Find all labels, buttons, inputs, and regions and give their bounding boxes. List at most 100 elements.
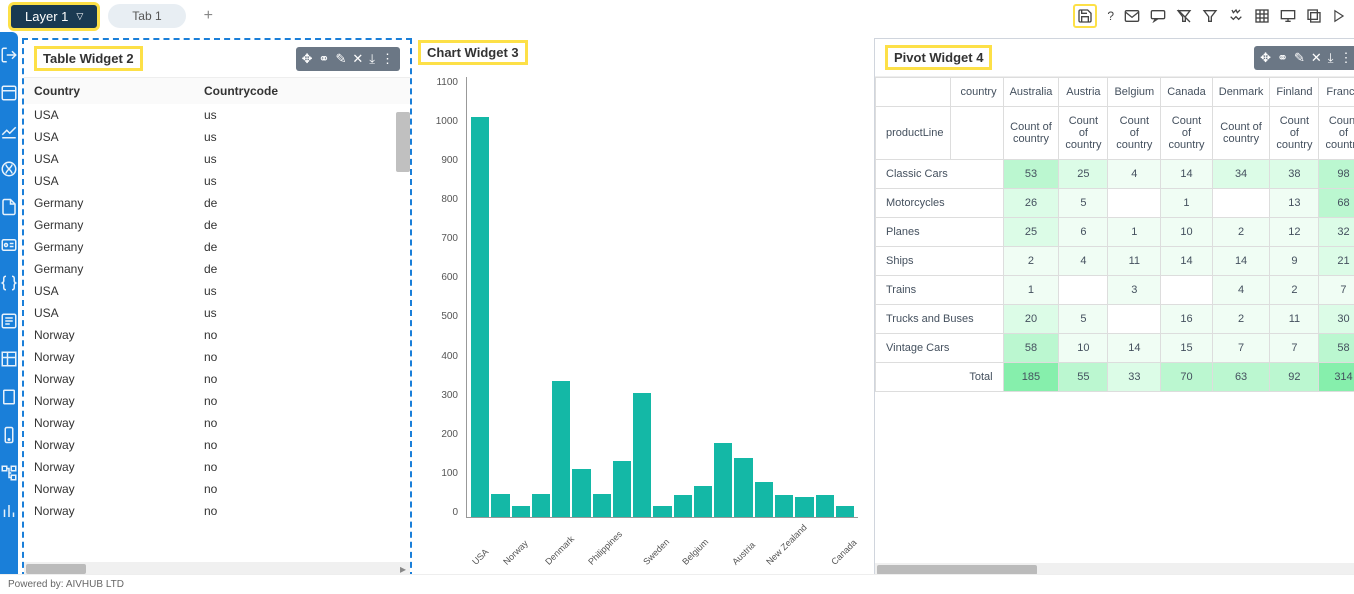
chart-icon[interactable] [0, 122, 18, 140]
mobile-icon[interactable] [0, 426, 18, 444]
download-icon[interactable]: ⤓ [1328, 50, 1334, 66]
chart-bar[interactable] [471, 117, 489, 517]
table-row[interactable]: Germanyde [24, 192, 410, 214]
settings-icon[interactable] [1228, 8, 1244, 24]
form-icon[interactable] [0, 312, 18, 330]
tools-icon[interactable]: ✕ [1311, 50, 1322, 66]
grid-icon[interactable] [1254, 8, 1270, 24]
bar-chart-icon[interactable] [0, 502, 18, 520]
more-icon[interactable]: ⋮ [1340, 50, 1353, 66]
cell-code: no [204, 394, 217, 408]
table-row[interactable]: Norwayno [24, 456, 410, 478]
cell-code: us [204, 108, 217, 122]
table-row[interactable]: Norwayno [24, 412, 410, 434]
table-row[interactable]: Germanyde [24, 258, 410, 280]
vertical-scrollbar[interactable] [396, 112, 410, 172]
chart-bar[interactable] [593, 494, 611, 517]
cell-code: no [204, 372, 217, 386]
exit-icon[interactable] [0, 46, 18, 64]
chart-bar[interactable] [491, 494, 509, 517]
chart-area: 010020030040050060070080090010001100 USA… [418, 67, 868, 578]
x-tick-label: Denmark [539, 534, 576, 571]
chart-bar[interactable] [734, 458, 752, 517]
cell-country: Germany [34, 262, 204, 276]
edit-icon[interactable]: ✎ [1294, 50, 1305, 66]
chart-bar[interactable] [613, 461, 631, 517]
help-icon[interactable]: ? [1107, 9, 1114, 23]
cell-country: Norway [34, 460, 204, 474]
cell-country: Germany [34, 196, 204, 210]
edit-icon[interactable]: ✎ [335, 51, 346, 67]
table-row[interactable]: Norwayno [24, 390, 410, 412]
table-col-countrycode[interactable]: Countrycode [204, 84, 278, 98]
table-row[interactable]: Germanyde [24, 214, 410, 236]
table-row[interactable]: USAus [24, 126, 410, 148]
tree-icon[interactable] [0, 464, 18, 482]
table-row[interactable]: Norwayno [24, 478, 410, 500]
cell-code: no [204, 416, 217, 430]
map-icon[interactable] [0, 160, 18, 178]
chart-bar[interactable] [714, 443, 732, 517]
report-icon[interactable] [0, 84, 18, 102]
chart-bar[interactable] [633, 393, 651, 517]
table-row[interactable]: Germanyde [24, 236, 410, 258]
download-icon[interactable]: ⤓ [369, 51, 375, 67]
table-row[interactable]: USAus [24, 280, 410, 302]
mail-icon[interactable] [1124, 9, 1140, 23]
chart-bar[interactable] [532, 494, 550, 517]
chart-bar[interactable] [674, 495, 692, 517]
pivot-widget[interactable]: Pivot Widget 4 ✥ ⚭ ✎ ✕ ⤓ ⋮ countryAustra… [874, 38, 1354, 578]
card-icon[interactable] [0, 236, 18, 254]
link-icon[interactable]: ⚭ [1277, 50, 1288, 66]
play-icon[interactable] [1332, 9, 1346, 23]
more-icon[interactable]: ⋮ [381, 51, 394, 67]
chart-bar[interactable] [512, 506, 530, 517]
chart-bar[interactable] [552, 381, 570, 517]
link-icon[interactable]: ⚭ [319, 51, 330, 67]
chevron-down-icon: ▽ [76, 11, 83, 22]
table-row[interactable]: USAus [24, 302, 410, 324]
chart-bar[interactable] [816, 495, 834, 517]
braces-icon[interactable] [0, 274, 18, 292]
move-icon[interactable]: ✥ [302, 51, 313, 67]
chart-bar[interactable] [572, 469, 590, 517]
table-row[interactable]: USAus [24, 170, 410, 192]
cell-code: de [204, 196, 217, 210]
table-row[interactable]: USAus [24, 148, 410, 170]
layer-dropdown[interactable]: Layer 1 ▽ [8, 2, 100, 31]
table-row[interactable]: Norwayno [24, 346, 410, 368]
x-tick-label: Austria [726, 540, 757, 571]
table-widget[interactable]: Table Widget 2 ✥ ⚭ ✎ ✕ ⤓ ⋮ Country Count… [22, 38, 412, 578]
cell-country: USA [34, 306, 204, 320]
table-row[interactable]: USAus [24, 104, 410, 126]
present-icon[interactable] [1280, 9, 1296, 23]
cell-code: de [204, 262, 217, 276]
tools-icon[interactable]: ✕ [352, 51, 363, 67]
chart-bar[interactable] [653, 506, 671, 517]
cell-country: USA [34, 284, 204, 298]
chart-widget[interactable]: Chart Widget 3 0100200300400500600700800… [418, 38, 868, 578]
table-icon[interactable] [0, 350, 18, 368]
move-icon[interactable]: ✥ [1260, 50, 1271, 66]
doc-icon[interactable] [0, 198, 18, 216]
tab-button[interactable]: Tab 1 [108, 4, 185, 28]
table-row[interactable]: Norwayno [24, 500, 410, 522]
chart-bar[interactable] [775, 495, 793, 517]
table-row[interactable]: Norwayno [24, 324, 410, 346]
table-col-country[interactable]: Country [34, 84, 204, 98]
filter-off-icon[interactable] [1176, 8, 1192, 24]
chart-bar[interactable] [836, 506, 854, 517]
chart-bar[interactable] [755, 482, 773, 517]
table-row[interactable]: Norwayno [24, 368, 410, 390]
layers-icon[interactable] [1306, 8, 1322, 24]
add-tab-button[interactable]: + [194, 2, 223, 30]
chart-bar[interactable] [694, 486, 712, 517]
chart-bar[interactable] [795, 497, 813, 517]
page-icon[interactable] [0, 388, 18, 406]
comment-icon[interactable] [1150, 9, 1166, 23]
cell-country: Norway [34, 416, 204, 430]
save-icon[interactable] [1073, 4, 1097, 28]
top-bar: Layer 1 ▽ Tab 1 + ? [0, 0, 1354, 32]
filter-icon[interactable] [1202, 8, 1218, 24]
table-row[interactable]: Norwayno [24, 434, 410, 456]
